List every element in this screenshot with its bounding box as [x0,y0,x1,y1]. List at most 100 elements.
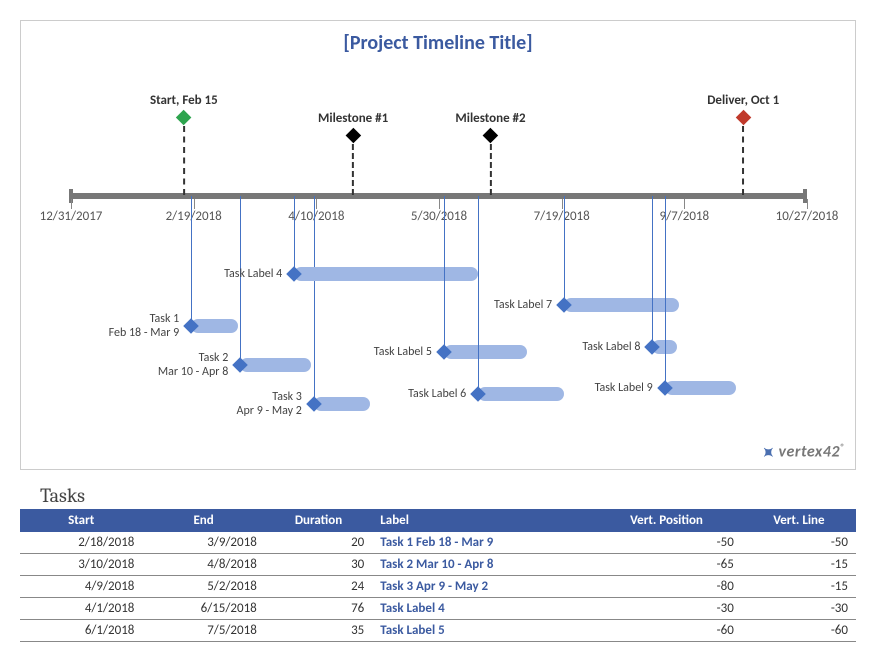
axis-tick [194,199,195,209]
col-end: End [142,509,264,532]
table-row: 3/10/20184/8/201830Task 2 Mar 10 - Apr 8… [20,554,856,576]
task-leader-line [665,196,666,388]
axis-tick [807,199,808,209]
task-label: Task Label 6 [408,387,466,401]
col-duration: Duration [265,509,373,532]
cell-label: Task Label 5 [372,620,591,642]
axis-tick-label: 10/27/2018 [776,209,839,224]
axis-tick [684,199,685,209]
milestone-label: Milestone #2 [455,111,525,126]
cell-start: 2/18/2018 [20,532,142,554]
cell-duration: 20 [265,532,373,554]
milestone: Deliver, Oct 1 [707,93,779,195]
task-label: Task Label 9 [595,381,653,395]
vertex42-logo: ✦vertex42® [761,442,845,463]
diamond-icon [735,110,751,126]
cell-vline: -30 [742,598,856,620]
tasks-section-title: Tasks [40,484,856,507]
cell-vline: -15 [742,554,856,576]
cell-end: 3/9/2018 [142,532,264,554]
task-bar [564,298,679,312]
table-row: 2/18/20183/9/201820Task 1 Feb 18 - Mar 9… [20,532,856,554]
tasks-table: Start End Duration Label Vert. Position … [20,509,856,642]
cell-vline: -15 [742,576,856,598]
chart-plot-area: 12/31/20172/19/20184/10/20185/30/20187/1… [71,71,805,439]
axis-tick-label: 2/19/2018 [166,209,222,224]
task-label: Task 1Feb 18 - Mar 9 [109,312,180,340]
cell-end: 7/5/2018 [142,620,264,642]
cell-label: Task Label 4 [372,598,591,620]
cell-vpos: -65 [591,554,742,576]
cell-vpos: -50 [591,532,742,554]
task-bar [444,345,527,359]
chart-title: [Project Timeline Title] [21,31,855,55]
cell-vpos: -60 [591,620,742,642]
cell-start: 6/1/2018 [20,620,142,642]
task-label: Task Label 4 [224,267,282,281]
milestone: Start, Feb 15 [150,93,218,195]
task-leader-line [314,196,315,404]
axis-tick-label: 7/19/2018 [534,209,590,224]
task-bar [478,387,564,401]
cell-start: 3/10/2018 [20,554,142,576]
milestone-leader-line [490,144,492,195]
task-leader-line [191,196,192,326]
axis-tick [71,199,72,209]
task-bar [665,381,736,395]
cell-end: 4/8/2018 [142,554,264,576]
cell-start: 4/1/2018 [20,598,142,620]
milestone: Milestone #1 [318,111,388,195]
task-label: Task Label 8 [582,340,640,354]
axis-tick [562,199,563,209]
col-vpos: Vert. Position [591,509,742,532]
cell-label: Task 1 Feb 18 - Mar 9 [372,532,591,554]
cell-vpos: -80 [591,576,742,598]
task-bar [294,267,478,281]
axis-tick [439,199,440,209]
table-row: 4/1/20186/15/201876Task Label 4-30-30 [20,598,856,620]
task-label: Task 3Apr 9 - May 2 [237,390,302,418]
axis-tick-label: 4/10/2018 [288,209,344,224]
task-leader-line [652,196,653,347]
cell-duration: 24 [265,576,373,598]
cell-end: 6/15/2018 [142,598,264,620]
cell-duration: 35 [265,620,373,642]
task-leader-line [444,196,445,352]
cell-label: Task 3 Apr 9 - May 2 [372,576,591,598]
col-start: Start [20,509,142,532]
diamond-icon [345,128,361,144]
col-vline: Vert. Line [742,509,856,532]
axis-tick [316,199,317,209]
task-leader-line [294,196,295,274]
task-label: Task Label 7 [494,298,552,312]
table-row: 6/1/20187/5/201835Task Label 5-60-60 [20,620,856,642]
task-leader-line [564,196,565,305]
table-row: 4/9/20185/2/201824Task 3 Apr 9 - May 2-8… [20,576,856,598]
task-label: Task 2Mar 10 - Apr 8 [158,351,228,379]
cell-vpos: -30 [591,598,742,620]
logo-text: vertex42 [778,442,839,461]
task-bar [314,397,370,411]
milestone-label: Milestone #1 [318,111,388,126]
cell-vline: -50 [742,532,856,554]
milestone-label: Deliver, Oct 1 [707,93,779,108]
milestone-leader-line [183,126,185,195]
cell-label: Task 2 Mar 10 - Apr 8 [372,554,591,576]
milestone-leader-line [352,144,354,195]
cell-vline: -60 [742,620,856,642]
cell-start: 4/9/2018 [20,576,142,598]
axis-tick-label: 9/7/2018 [660,209,710,224]
milestone-label: Start, Feb 15 [150,93,218,108]
tasks-header-row: Start End Duration Label Vert. Position … [20,509,856,532]
milestone-leader-line [742,126,744,195]
cell-end: 5/2/2018 [142,576,264,598]
chart-container: [Project Timeline Title] 12/31/2017 2/19/… [20,20,856,470]
col-label: Label [372,509,591,532]
milestone: Milestone #2 [455,111,525,195]
diamond-icon [176,110,192,126]
axis-tick-label: 12/31/2017 [40,209,103,224]
cell-duration: 76 [265,598,373,620]
logo-icon: ✦ [756,441,780,465]
cell-duration: 30 [265,554,373,576]
task-leader-line [478,196,479,394]
